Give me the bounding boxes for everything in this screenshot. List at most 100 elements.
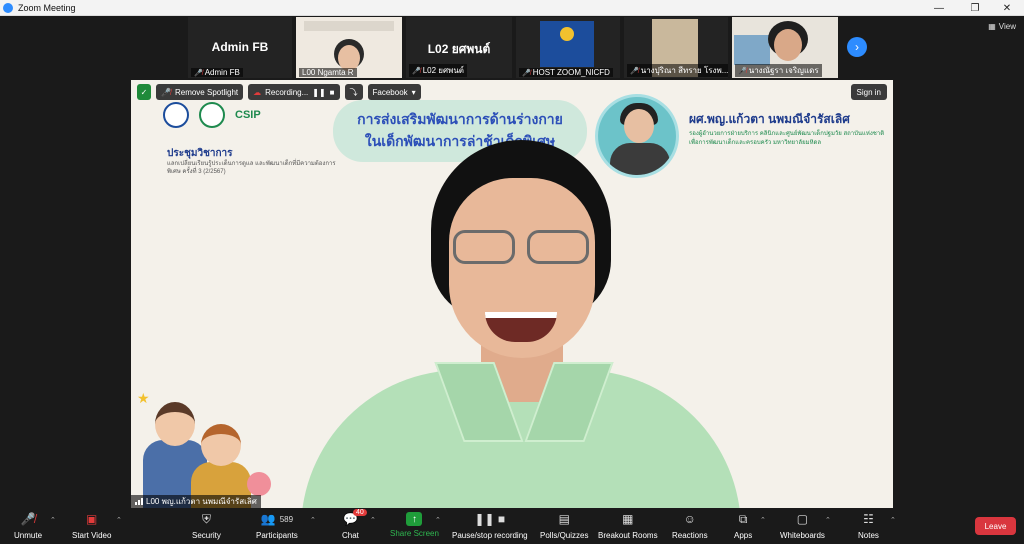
whiteboard-icon: ▢ xyxy=(796,512,809,526)
participant-caption: 🎤̸ L02 ยศพนต์ xyxy=(409,64,467,77)
unmute-button[interactable]: 🎤̸ Unmute xyxy=(14,510,42,540)
speaker-role: รองผู้อำนวยการฝ่ายบริการ คลินิกและศูนย์พ… xyxy=(689,131,885,146)
window-title: Zoom Meeting xyxy=(18,2,76,13)
signal-bars-icon xyxy=(135,498,143,505)
mic-muted-icon: 🎤̸ xyxy=(630,67,639,75)
participant-caption: 🎤̸ HOST ZOOM_NICFD xyxy=(519,68,613,77)
whiteboards-options-caret[interactable]: ⌃ xyxy=(825,516,831,524)
close-icon[interactable]: ✕ xyxy=(990,0,1024,16)
conference-title: ประชุมวิชาการ xyxy=(167,148,233,159)
people-icon: 👥 xyxy=(260,512,276,526)
sign-in-button[interactable]: Sign in xyxy=(850,84,887,100)
cloud-record-icon: ☁ xyxy=(253,87,262,97)
participant-caption: 🎤̸ Admin FB xyxy=(191,68,243,77)
institute-logo xyxy=(199,102,225,128)
polls-button[interactable]: ▤ Polls/Quizzes xyxy=(540,510,588,540)
speaker-photo xyxy=(595,94,679,178)
security-shield-icon[interactable]: ✓ xyxy=(137,84,151,100)
slide-logos: CSIP xyxy=(163,102,261,128)
recording-indicator[interactable]: ☁ Recording... ❚❚ ■ xyxy=(248,84,340,100)
view-button[interactable]: ▦ View xyxy=(988,22,1016,31)
participant-tile[interactable]: L00 Ngamta R xyxy=(296,17,402,78)
apps-button[interactable]: ⧉ Apps xyxy=(734,510,752,541)
topic-line-1: การส่งเสริมพัฒนาการด้านร่างกาย xyxy=(357,111,563,127)
participant-big-name: L02 ยศพนต์ xyxy=(427,42,491,56)
grid-icon: ▦ xyxy=(622,512,634,526)
illustration-child-head xyxy=(155,402,195,446)
smiley-icon: ☺ xyxy=(683,512,696,526)
pause-stop-recording-button[interactable]: ❚❚ ■ Pause/stop recording xyxy=(452,510,528,540)
participant-tile[interactable]: 🎤̸ นางณัฐรา เจริญแดร xyxy=(732,17,838,78)
participant-face xyxy=(774,29,802,61)
participants-button[interactable]: 👥 589 Participants xyxy=(256,510,298,540)
apps-options-caret[interactable]: ⌃ xyxy=(760,516,766,524)
whiteboards-button[interactable]: ▢ Whiteboards xyxy=(780,510,825,540)
participant-caption: 🎤̸ นางปุริณา สีทราย โรงพ... xyxy=(627,64,728,77)
chevron-down-icon: ▾ xyxy=(411,87,416,97)
participant-big-name: Admin FB xyxy=(211,40,269,54)
zoom-app-icon xyxy=(3,2,13,13)
maximize-icon[interactable]: ❐ xyxy=(958,0,992,16)
participant-tile[interactable]: 🎤̸ HOST ZOOM_NICFD xyxy=(516,17,620,78)
bar-chart-icon: ▤ xyxy=(558,512,570,526)
slide-thumbnail xyxy=(304,21,394,31)
mic-muted-icon: 🎤̸ xyxy=(412,67,421,75)
participant-tile[interactable]: L02 ยศพนต์ 🎤̸ L02 ยศพนต์ xyxy=(406,17,512,78)
next-page-button[interactable]: › xyxy=(847,37,867,57)
live-stream-icon[interactable]: ⤵ xyxy=(344,84,363,100)
flower-illustration xyxy=(247,472,271,496)
star-icon: ★ xyxy=(137,390,150,406)
participant-caption: L00 Ngamta R xyxy=(299,68,357,77)
security-button[interactable]: ⛨ Security xyxy=(192,510,221,541)
university-logo xyxy=(163,102,189,128)
active-speaker-name: L00 พญ.แก้วตา นพมณีจำรัสเลิศ xyxy=(131,495,261,508)
illustration-child-head xyxy=(201,424,241,466)
share-options-caret[interactable]: ⌃ xyxy=(435,516,441,524)
apps-icon: ⧉ xyxy=(738,511,748,526)
reactions-button[interactable]: ☺ Reactions xyxy=(672,510,708,540)
notes-button[interactable]: ☷ Notes xyxy=(858,510,879,540)
presenter-glasses xyxy=(453,230,593,266)
speaker-photo-face xyxy=(624,109,654,143)
mic-muted-icon: 🎤̸ xyxy=(161,87,171,97)
video-off-icon: ▣ xyxy=(86,512,98,526)
mic-muted-icon: 🎤̸ xyxy=(738,67,747,75)
grid-view-icon: ▦ xyxy=(988,22,996,31)
stop-icon[interactable]: ■ xyxy=(330,88,335,97)
spotlight-video: CSIP ประชุมวิชาการ แลกเปลี่ยนเรียนรู้ประ… xyxy=(131,80,893,508)
participant-caption: 🎤̸ นางณัฐรา เจริญแดร xyxy=(735,64,822,77)
video-options-caret[interactable]: ⌃ xyxy=(116,516,122,524)
pause-icon[interactable]: ❚❚ xyxy=(312,88,325,97)
chat-unread-badge: 40 xyxy=(353,509,367,516)
share-screen-button[interactable]: ↑ Share Screen xyxy=(390,510,439,538)
mic-muted-icon: 🎤̸ xyxy=(20,512,36,526)
participant-strip: Admin FB 🎤̸ Admin FB L00 Ngamta R L02 ยศพ… xyxy=(0,16,1024,78)
mic-muted-icon: 🎤̸ xyxy=(194,69,203,77)
facebook-live-button[interactable]: Facebook ▾ xyxy=(367,84,421,100)
share-arrow-icon: ↑ xyxy=(406,512,423,526)
chevron-right-icon: › xyxy=(855,40,859,54)
participant-tile[interactable]: Admin FB 🎤̸ Admin FB xyxy=(188,17,292,78)
meeting-controls: 🎤̸ Unmute ⌃ ▣ Start Video ⌃ ⛨ Security 👥… xyxy=(0,508,1024,544)
audio-options-caret[interactable]: ⌃ xyxy=(50,516,56,524)
leave-button[interactable]: Leave xyxy=(975,517,1016,535)
zoom-window: Zoom Meeting — ❐ ✕ Admin FB 🎤̸ Admin FB L… xyxy=(0,0,1024,544)
more-options-caret[interactable]: ⌃ xyxy=(890,516,896,524)
participants-options-caret[interactable]: ⌃ xyxy=(310,516,316,524)
speaker-photo-body xyxy=(610,143,670,175)
breakout-rooms-button[interactable]: ▦ Breakout Rooms xyxy=(598,510,658,540)
participant-tile[interactable]: 🎤̸ นางปุริณา สีทราย โรงพ... xyxy=(624,17,728,78)
minimize-icon[interactable]: — xyxy=(922,0,956,16)
chat-options-caret[interactable]: ⌃ xyxy=(370,516,376,524)
shelf-background xyxy=(734,35,770,65)
remove-spotlight-button[interactable]: 🎤̸ Remove Spotlight xyxy=(156,84,244,100)
video-overlay-toolbar: ✓ 🎤̸ Remove Spotlight ☁ Recording... ❚❚ … xyxy=(137,84,421,100)
participant-count: 589 xyxy=(279,514,294,524)
logo-emblem xyxy=(560,27,574,41)
speaker-name: ผศ.พญ.แก้วตา นพมณีจำรัสเลิศ xyxy=(689,112,850,126)
pause-stop-icon: ❚❚ ■ xyxy=(474,512,506,526)
notes-icon: ☷ xyxy=(863,512,874,526)
csip-logo: CSIP xyxy=(235,109,261,121)
start-video-button[interactable]: ▣ Start Video xyxy=(72,510,111,540)
mic-muted-icon: 🎤̸ xyxy=(522,69,531,77)
